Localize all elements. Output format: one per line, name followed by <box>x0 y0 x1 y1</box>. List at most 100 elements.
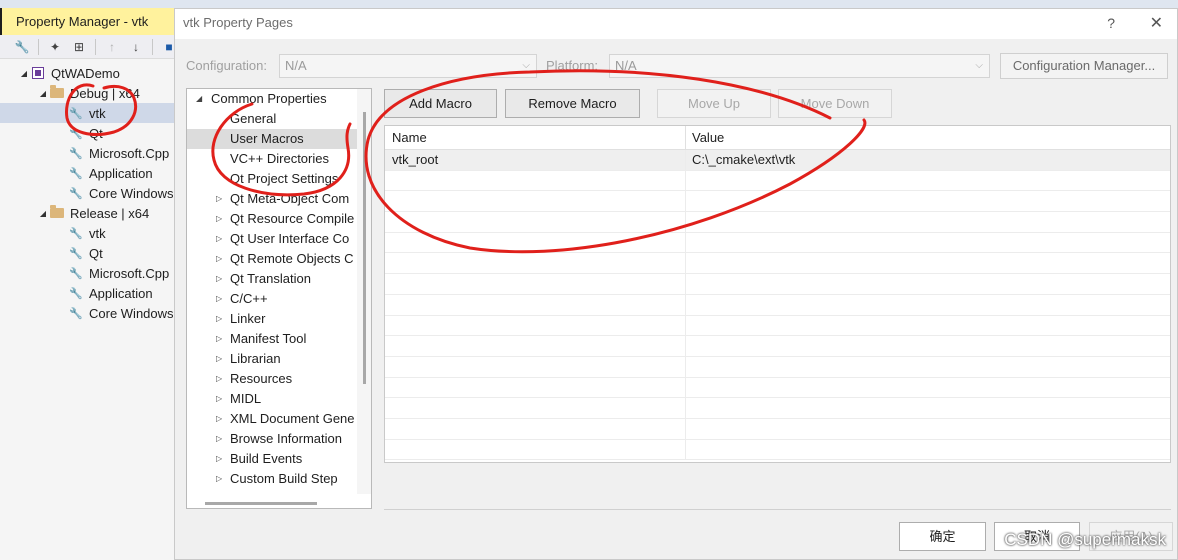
tree-item-resources[interactable]: ▷ Resources <box>187 369 371 389</box>
tree-item-label: Resources <box>230 371 293 386</box>
tree-item-linker[interactable]: ▷ Linker <box>187 309 371 329</box>
expand-arrow-icon[interactable]: ◢ <box>196 89 202 109</box>
table-row <box>385 294 1170 316</box>
tree-item-label: Qt Project Settings <box>230 171 339 186</box>
down-arrow-icon[interactable]: ↓ <box>128 39 144 55</box>
tree-item-qt-resource-compiler[interactable]: ▷ Qt Resource Compile <box>187 209 371 229</box>
collapse-arrow-icon[interactable]: ▷ <box>216 409 222 429</box>
tree-node-label: Application <box>89 285 153 301</box>
collapse-arrow-icon[interactable]: ▷ <box>216 229 222 249</box>
tree-node-vtk-release[interactable]: 🔧 vtk <box>0 223 177 243</box>
tree-node-vtk-debug[interactable]: 🔧 vtk <box>0 103 177 123</box>
tree-item-vc-directories[interactable]: VC++ Directories <box>187 149 371 169</box>
table-row <box>385 315 1170 337</box>
tree-node-qt-debug[interactable]: 🔧 Qt <box>0 123 177 143</box>
toolbar-separator <box>152 38 153 55</box>
tree-item-label: Qt Resource Compile <box>230 211 355 226</box>
collapse-arrow-icon[interactable]: ▷ <box>216 429 222 449</box>
tree-item-general[interactable]: General <box>187 109 371 129</box>
platform-label: Platform: <box>546 58 599 73</box>
close-icon[interactable]: ✕ <box>1150 13 1163 33</box>
chevron-down-icon: ⌵ <box>975 60 983 71</box>
tree-node-qt-release[interactable]: 🔧 Qt <box>0 243 177 263</box>
remove-macro-button[interactable]: Remove Macro <box>505 89 640 118</box>
move-down-button[interactable]: Move Down <box>778 89 892 118</box>
collapse-arrow-icon[interactable]: ▷ <box>216 249 222 269</box>
collapse-arrow-icon[interactable]: ▷ <box>216 269 222 289</box>
tree-item-qt-remote-objects[interactable]: ▷ Qt Remote Objects C <box>187 249 371 269</box>
tree-item-build-events[interactable]: ▷ Build Events <box>187 449 371 469</box>
tree-item-qt-meta-object[interactable]: ▷ Qt Meta-Object Com <box>187 189 371 209</box>
tree-node-core-windows-release[interactable]: 🔧 Core Windows <box>0 303 177 323</box>
collapse-arrow-icon[interactable]: ▷ <box>216 449 222 469</box>
tree-node-application-debug[interactable]: 🔧 Application <box>0 163 177 183</box>
tree-item-user-macros[interactable]: User Macros <box>187 129 371 149</box>
macro-value-cell[interactable]: C:\_cmake\ext\vtk <box>686 150 1170 170</box>
platform-select[interactable]: N/A ⌵ <box>609 54 990 78</box>
tree-item-manifest-tool[interactable]: ▷ Manifest Tool <box>187 329 371 349</box>
table-row <box>385 170 1170 192</box>
collapse-arrow-icon[interactable]: ▷ <box>216 369 222 389</box>
add-macro-button[interactable]: Add Macro <box>384 89 497 118</box>
table-row <box>385 398 1170 419</box>
tree-node-microsoft-cpp-release[interactable]: 🔧 Microsoft.Cpp <box>0 263 177 283</box>
tree-item-xml-document-generator[interactable]: ▷ XML Document Gene <box>187 409 371 429</box>
add-sheet-icon[interactable]: ⊞ <box>71 39 87 55</box>
tree-item-custom-build-step[interactable]: ▷ Custom Build Step <box>187 469 371 489</box>
expand-arrow-icon[interactable]: ◢ <box>37 209 49 218</box>
collapse-arrow-icon[interactable]: ▷ <box>216 209 222 229</box>
tree-node-release[interactable]: ◢ Release | x64 <box>0 203 177 223</box>
tree-item-label: Qt Meta-Object Com <box>230 191 350 206</box>
column-header-name[interactable]: Name <box>385 126 686 149</box>
tree-node-microsoft-cpp-debug[interactable]: 🔧 Microsoft.Cpp <box>0 143 177 163</box>
move-up-button[interactable]: Move Up <box>657 89 771 118</box>
tree-node-debug[interactable]: ◢ Debug | x64 <box>0 83 177 103</box>
table-row[interactable]: vtk_root C:\_cmake\ext\vtk <box>385 150 1170 171</box>
background-app-strip <box>0 0 1178 8</box>
tree-item-librarian[interactable]: ▷ Librarian <box>187 349 371 369</box>
scrollbar-thumb[interactable] <box>363 112 366 384</box>
tree-item-label: Browse Information <box>230 431 342 446</box>
tree-item-label: C/C++ <box>230 291 268 306</box>
column-header-value[interactable]: Value <box>686 126 1170 149</box>
tree-horizontal-scrollbar[interactable] <box>205 502 317 505</box>
collapse-arrow-icon[interactable]: ▷ <box>216 329 222 349</box>
collapse-arrow-icon[interactable]: ▷ <box>216 189 222 209</box>
collapse-arrow-icon[interactable]: ▷ <box>216 309 222 329</box>
tree-item-qt-project-settings[interactable]: Qt Project Settings <box>187 169 371 189</box>
wrench-icon: 🔧 <box>69 167 83 180</box>
tree-node-project[interactable]: ◢ QtWADemo <box>0 63 177 83</box>
ok-button[interactable]: 确定 <box>899 522 986 551</box>
tree-node-core-windows-debug[interactable]: 🔧 Core Windows <box>0 183 177 203</box>
collapse-arrow-icon[interactable]: ▷ <box>216 389 222 409</box>
help-icon[interactable]: ? <box>1107 15 1115 31</box>
tree-node-label: Qt <box>89 125 103 141</box>
collapse-arrow-icon[interactable]: ▷ <box>216 349 222 369</box>
tree-vertical-scrollbar[interactable] <box>357 89 371 494</box>
wrench-icon: 🔧 <box>69 147 83 160</box>
table-row <box>385 377 1170 399</box>
expand-arrow-icon[interactable]: ◢ <box>37 89 49 98</box>
tree-item-c-cpp[interactable]: ▷ C/C++ <box>187 289 371 309</box>
grid-header: Name Value <box>385 126 1170 150</box>
tree-item-qt-user-interface[interactable]: ▷ Qt User Interface Co <box>187 229 371 249</box>
expand-arrow-icon[interactable]: ◢ <box>18 69 30 78</box>
macro-name-cell[interactable]: vtk_root <box>385 150 686 170</box>
tree-node-label: vtk <box>89 105 106 121</box>
collapse-arrow-icon[interactable]: ▷ <box>216 289 222 309</box>
wrench-icon[interactable]: 🔧 <box>14 39 30 55</box>
up-arrow-icon[interactable]: ↑ <box>104 39 120 55</box>
table-row <box>385 212 1170 233</box>
tree-item-common-properties[interactable]: ◢ Common Properties <box>187 89 371 109</box>
configuration-select[interactable]: N/A ⌵ <box>279 54 537 78</box>
tree-item-midl[interactable]: ▷ MIDL <box>187 389 371 409</box>
folder-icon <box>49 205 65 220</box>
tree-item-browse-information[interactable]: ▷ Browse Information <box>187 429 371 449</box>
watermark: CSDN @supermaksk <box>1004 530 1166 549</box>
tree-item-qt-translation[interactable]: ▷ Qt Translation <box>187 269 371 289</box>
tree-item-label: Qt Translation <box>230 271 311 286</box>
wand-icon[interactable]: ✦ <box>47 39 63 55</box>
configuration-manager-button[interactable]: Configuration Manager... <box>1000 53 1168 79</box>
tree-node-application-release[interactable]: 🔧 Application <box>0 283 177 303</box>
collapse-arrow-icon[interactable]: ▷ <box>216 469 222 489</box>
